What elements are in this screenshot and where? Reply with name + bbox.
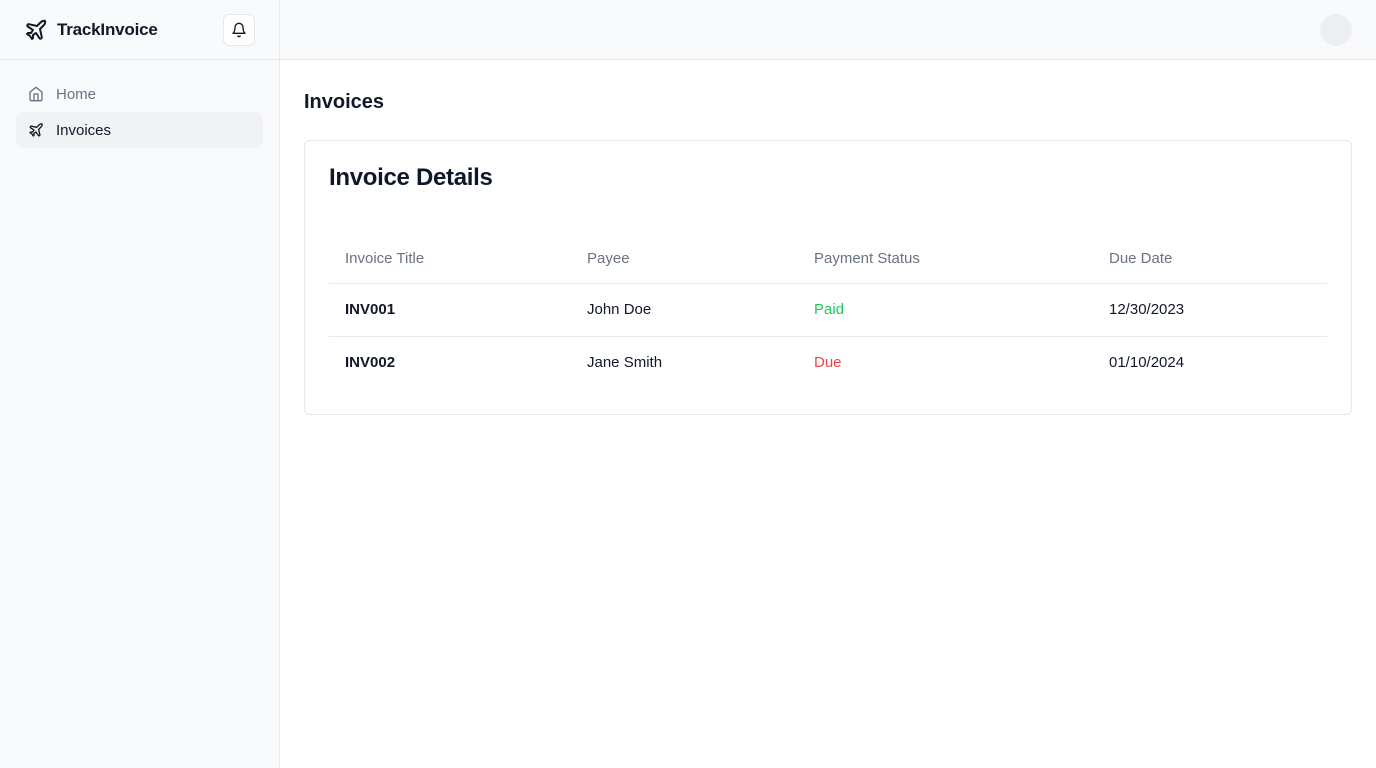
sidebar-item-invoices[interactable]: Invoices bbox=[16, 112, 263, 148]
table-row[interactable]: INV001 John Doe Paid 12/30/2023 bbox=[329, 283, 1327, 337]
payment-status-cell: Due bbox=[814, 354, 842, 372]
table-row[interactable]: INV002 Jane Smith Due 01/10/2024 bbox=[329, 336, 1327, 389]
plane-icon bbox=[28, 122, 44, 138]
sidebar-item-home[interactable]: Home bbox=[16, 76, 263, 112]
brand-name: TrackInvoice bbox=[57, 19, 158, 39]
sidebar-item-label: Invoices bbox=[56, 121, 112, 139]
sidebar: TrackInvoice Home Invoices bbox=[0, 0, 280, 768]
payee-cell: Jane Smith bbox=[587, 354, 663, 372]
bell-icon bbox=[231, 22, 247, 38]
payee-cell: John Doe bbox=[571, 283, 798, 337]
payment-status-cell: Paid bbox=[798, 283, 1093, 337]
page-content: Invoices Invoice Details Invoice Title P… bbox=[280, 60, 1376, 439]
column-header-payee: Payee bbox=[571, 235, 798, 284]
sidebar-item-label: Home bbox=[56, 85, 97, 103]
invoice-title-cell: INV001 bbox=[329, 283, 571, 337]
due-date-cell: 01/10/2024 bbox=[1109, 354, 1185, 372]
table-header-row: Invoice Title Payee Payment Status Due D… bbox=[329, 235, 1327, 284]
page-title: Invoices bbox=[304, 91, 385, 113]
sidebar-nav: Home Invoices bbox=[0, 60, 279, 164]
column-header-due-date: Due Date bbox=[1093, 235, 1327, 284]
app-root: TrackInvoice Home Invoices Invoices Invo… bbox=[0, 0, 1376, 768]
avatar[interactable] bbox=[1320, 13, 1352, 46]
sidebar-header: TrackInvoice bbox=[0, 0, 279, 60]
column-header-payment-status: Payment Status bbox=[798, 235, 1093, 284]
notifications-button[interactable] bbox=[223, 13, 255, 46]
plane-icon bbox=[24, 18, 48, 42]
main-area: Invoices Invoice Details Invoice Title P… bbox=[280, 0, 1376, 768]
invoice-table: Invoice Title Payee Payment Status Due D… bbox=[329, 235, 1327, 389]
column-header-invoice-title: Invoice Title bbox=[329, 235, 571, 284]
invoice-details-card: Invoice Details Invoice Title Payee Paym… bbox=[304, 140, 1352, 415]
topbar bbox=[280, 0, 1376, 60]
due-date-cell: 12/30/2023 bbox=[1093, 283, 1327, 337]
brand[interactable]: TrackInvoice bbox=[24, 18, 158, 42]
home-icon bbox=[28, 86, 44, 102]
invoice-title-cell: INV002 bbox=[345, 354, 396, 372]
card-title: Invoice Details bbox=[329, 164, 493, 191]
